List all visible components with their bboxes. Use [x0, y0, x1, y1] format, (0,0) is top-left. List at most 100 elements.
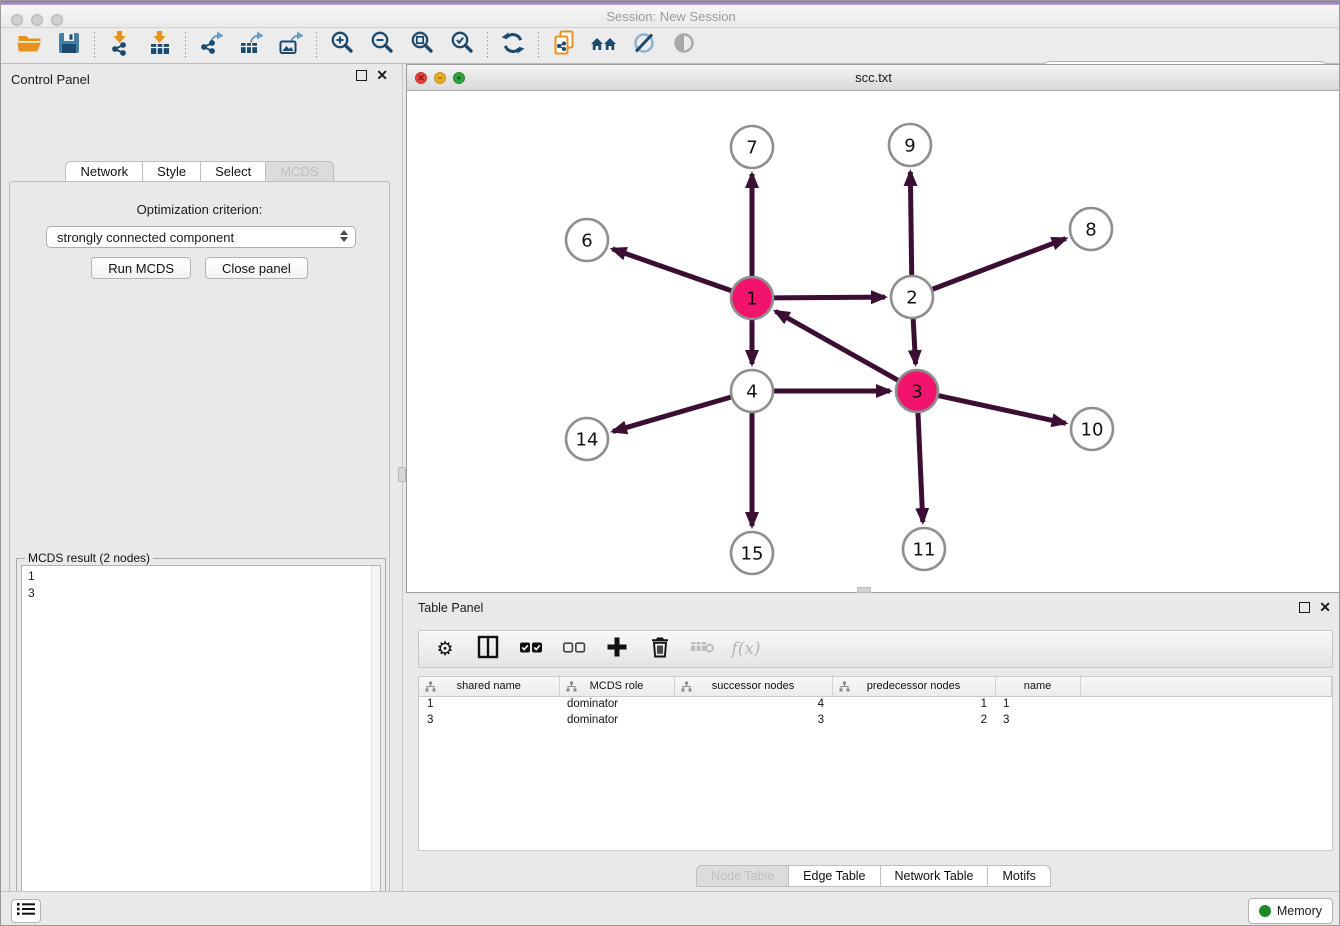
result-scrollbar[interactable]: [371, 566, 380, 926]
export-image-button[interactable]: [271, 30, 311, 62]
cell-successor-nodes[interactable]: 3: [674, 712, 832, 728]
graph-node-11[interactable]: 11: [903, 528, 945, 570]
column-label: MCDS role: [590, 680, 644, 692]
column-header-shared-name[interactable]: shared name: [419, 677, 559, 696]
criterion-dropdown[interactable]: strongly connected component: [46, 226, 356, 248]
vertical-splitter-handle[interactable]: [398, 467, 406, 482]
eye-button[interactable]: [664, 30, 704, 62]
cell-mcds-role[interactable]: dominator: [559, 696, 674, 712]
close-panel-icon[interactable]: ✕: [1319, 602, 1331, 613]
graph-node-3[interactable]: 3: [896, 370, 938, 412]
graph-edge-2-8[interactable]: [929, 239, 1066, 291]
tab-node-table[interactable]: Node Table: [696, 865, 788, 887]
tab-edge-table[interactable]: Edge Table: [788, 865, 879, 887]
zoom-in-button[interactable]: [322, 30, 362, 62]
clone-network-button[interactable]: [544, 30, 584, 62]
save-session-button[interactable]: [49, 30, 89, 62]
graph-edge-2-3[interactable]: [913, 315, 916, 364]
cell-shared-name[interactable]: 1: [419, 696, 559, 712]
zoom-fit-button[interactable]: [402, 30, 442, 62]
graph-edge-3-10[interactable]: [935, 395, 1066, 423]
network-canvas[interactable]: 7 9 6 8 1 2 4 3 14 10 15 11: [407, 91, 1340, 592]
table-row[interactable]: 3 dominator 3 2 3: [419, 712, 1332, 728]
close-panel-icon[interactable]: ✕: [376, 70, 388, 81]
network-view-window: ✕ − + scc.txt 7 9 6 8 1 2 4 3 14 10 15 11: [406, 64, 1340, 593]
control-panel-window-controls: ✕: [356, 70, 388, 81]
app-traffic-lights[interactable]: [11, 14, 63, 26]
cell-successor-nodes[interactable]: 4: [674, 696, 832, 712]
maximize-network-button[interactable]: +: [453, 72, 465, 84]
graph-node-6[interactable]: 6: [566, 219, 608, 261]
graph-node-15[interactable]: 15: [731, 532, 773, 574]
zoom-selected-button[interactable]: [442, 30, 482, 62]
add-column-button[interactable]: [603, 633, 631, 665]
graph-node-8[interactable]: 8: [1070, 208, 1112, 250]
select-all-rows-button[interactable]: [517, 633, 545, 665]
mcds-result-text[interactable]: 1 3: [21, 565, 381, 926]
cell-name[interactable]: 1: [995, 696, 1080, 712]
network-graph[interactable]: 7 9 6 8 1 2 4 3 14 10 15 11: [407, 91, 1340, 592]
run-mcds-button[interactable]: Run MCDS: [91, 257, 191, 279]
export-table-button[interactable]: [231, 30, 271, 62]
graph-node-1[interactable]: 1: [731, 277, 773, 319]
graph-edge-1-2[interactable]: [770, 297, 885, 298]
svg-text:3: 3: [911, 381, 922, 402]
export-network-button[interactable]: [191, 30, 231, 62]
task-history-button[interactable]: [11, 899, 41, 923]
cell-shared-name[interactable]: 3: [419, 712, 559, 728]
graph-node-9[interactable]: 9: [889, 124, 931, 166]
maximize-window-button[interactable]: [51, 14, 63, 26]
close-panel-button[interactable]: Close panel: [205, 257, 308, 279]
graph-node-14[interactable]: 14: [566, 418, 608, 460]
float-panel-icon[interactable]: [356, 70, 367, 81]
tab-motifs[interactable]: Motifs: [987, 865, 1050, 887]
cell-predecessor-nodes[interactable]: 1: [832, 696, 995, 712]
graph-node-2[interactable]: 2: [891, 276, 933, 318]
network-window-controls: ✕ − +: [415, 72, 465, 84]
import-network-button[interactable]: [100, 30, 140, 62]
graph-edge-1-6[interactable]: [612, 249, 735, 292]
app-titlebar[interactable]: Session: New Session: [1, 5, 1340, 28]
close-network-button[interactable]: ✕: [415, 72, 427, 84]
cell-predecessor-nodes[interactable]: 2: [832, 712, 995, 728]
minimize-window-button[interactable]: [31, 14, 43, 26]
graph-edge-3-11[interactable]: [918, 409, 923, 522]
zoom-out-button[interactable]: [362, 30, 402, 62]
graph-edge-2-9[interactable]: [910, 172, 911, 279]
show-columns-button[interactable]: [474, 633, 502, 665]
tab-network[interactable]: Network: [65, 161, 142, 182]
hide-graphics-button[interactable]: [624, 30, 664, 62]
delete-column-button[interactable]: [646, 633, 674, 665]
graph-edge-3-1[interactable]: [776, 311, 902, 382]
cell-mcds-role[interactable]: dominator: [559, 712, 674, 728]
horizontal-splitter-handle[interactable]: [857, 587, 871, 593]
graph-node-4[interactable]: 4: [731, 370, 773, 412]
refresh-layout-button[interactable]: [493, 30, 533, 62]
open-session-button[interactable]: [9, 30, 49, 62]
hierarchy-icon: [566, 681, 577, 695]
column-header-successor-nodes[interactable]: successor nodes: [674, 677, 832, 696]
table-settings-button[interactable]: ⚙: [431, 633, 459, 665]
import-table-button[interactable]: [140, 30, 180, 62]
deselect-all-rows-button[interactable]: [560, 633, 588, 665]
graph-edge-4-14[interactable]: [613, 396, 735, 431]
houses-button[interactable]: [584, 30, 624, 62]
tab-select[interactable]: Select: [200, 161, 265, 182]
float-panel-icon[interactable]: [1299, 602, 1310, 613]
minimize-network-button[interactable]: −: [434, 72, 446, 84]
column-header-mcds-role[interactable]: MCDS role: [559, 677, 674, 696]
memory-button[interactable]: Memory: [1248, 898, 1333, 924]
tab-network-table[interactable]: Network Table: [880, 865, 988, 887]
graph-node-7[interactable]: 7: [731, 126, 773, 168]
table-row[interactable]: 1 dominator 4 1 1: [419, 696, 1332, 712]
close-window-button[interactable]: [11, 14, 23, 26]
cell-name[interactable]: 3: [995, 712, 1080, 728]
tab-style[interactable]: Style: [142, 161, 200, 182]
graph-node-10[interactable]: 10: [1071, 408, 1113, 450]
column-header-name[interactable]: name: [995, 677, 1080, 696]
function-builder-button[interactable]: f(x): [732, 633, 760, 665]
network-window-titlebar[interactable]: ✕ − + scc.txt: [407, 65, 1340, 91]
tab-mcds[interactable]: MCDS: [265, 161, 333, 182]
delete-table-button[interactable]: [689, 633, 717, 665]
column-header-predecessor-nodes[interactable]: predecessor nodes: [832, 677, 995, 696]
